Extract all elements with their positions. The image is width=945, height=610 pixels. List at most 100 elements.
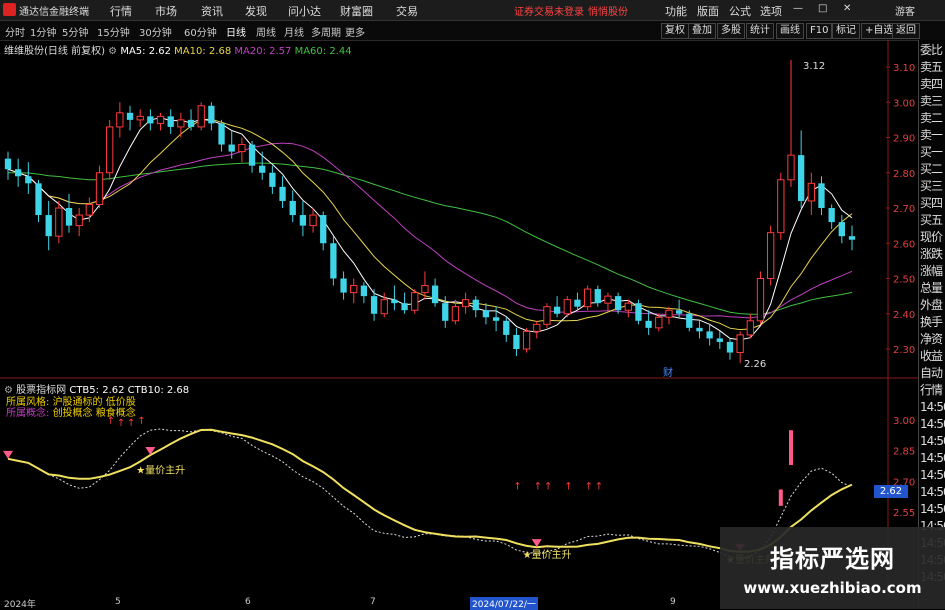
quote-panel-item[interactable]: 买五: [920, 213, 945, 228]
menu-xuanxiang[interactable]: 选项: [760, 3, 782, 19]
candle-up: [807, 182, 815, 202]
quote-panel-item[interactable]: 总量: [920, 281, 945, 296]
menu-shichang[interactable]: 市场: [155, 3, 177, 19]
quote-panel-item[interactable]: 14:50: [920, 502, 945, 517]
quote-panel-item[interactable]: 收益: [920, 349, 945, 364]
quote-panel-item[interactable]: 委比: [920, 43, 945, 58]
quote-panel-item[interactable]: 自动: [920, 366, 945, 381]
period-30min[interactable]: 30分钟: [139, 24, 172, 39]
quote-panel-item[interactable]: 卖二: [920, 111, 945, 126]
stock-link[interactable]: 悄悄股份: [588, 3, 628, 18]
period-multi[interactable]: 多周期: [311, 24, 341, 39]
quote-panel-item[interactable]: 外盘: [920, 298, 945, 313]
up-arrow-icon: ↑: [544, 482, 552, 493]
quote-panel-item[interactable]: 买三: [920, 179, 945, 194]
menu-banmian[interactable]: 版面: [697, 3, 719, 19]
quote-panel-item[interactable]: 行情: [920, 383, 945, 398]
period-fenshi[interactable]: 分时: [5, 24, 25, 39]
login-notice[interactable]: 证券交易未登录: [514, 3, 584, 18]
price-tick: 2.30: [893, 345, 915, 356]
candle-down: [503, 320, 510, 335]
quote-panel-item[interactable]: 卖五: [920, 60, 945, 75]
up-arrow-icon: ↑: [513, 482, 521, 493]
period-5min[interactable]: 5分钟: [62, 24, 88, 39]
quote-panel-item[interactable]: 14:50: [920, 451, 945, 466]
candle-up: [522, 330, 531, 350]
duogu-button[interactable]: 多股: [717, 23, 745, 39]
quote-panel-item[interactable]: 14:50: [920, 485, 945, 500]
fuquan-button[interactable]: 复权: [661, 23, 689, 39]
menu-caifuquan[interactable]: 财富圈: [340, 3, 373, 19]
menu-zixun[interactable]: 资讯: [201, 3, 223, 19]
candle-down: [614, 296, 622, 311]
candle-down: [431, 285, 439, 304]
quote-panel-item[interactable]: 现价: [920, 230, 945, 245]
candle-down: [147, 116, 154, 124]
settings-icon[interactable]: ⚙: [108, 46, 117, 57]
quote-panel-item[interactable]: 涨幅: [920, 264, 945, 279]
time-label-sep: 9: [670, 597, 676, 607]
price-tick: 3.00: [893, 98, 915, 109]
menu-wenxiaoda[interactable]: 问小达: [288, 3, 321, 19]
quote-panel-item[interactable]: 卖一: [920, 128, 945, 143]
close-icon[interactable]: ✕: [843, 3, 851, 14]
quote-panel-item[interactable]: 买一: [920, 145, 945, 160]
menu-gongneng[interactable]: 功能: [665, 3, 687, 19]
earnings-marker: 财: [663, 366, 673, 379]
kline-chart[interactable]: ★量价主升★量价主升★量价主升↑↑↑↑↑↑↑↑↑↑ 3.103.002.902.…: [0, 40, 918, 597]
menu-jiaoyi[interactable]: 交易: [396, 3, 418, 19]
quote-panel-item[interactable]: 14:50: [920, 417, 945, 432]
menu-gongshi[interactable]: 公式: [729, 3, 751, 19]
candle-down: [248, 144, 256, 166]
quote-panel-item[interactable]: 14:50: [920, 400, 945, 415]
quote-panel-item[interactable]: 净资: [920, 332, 945, 347]
huaxian-button[interactable]: 画线: [776, 23, 804, 39]
guest-label[interactable]: 游客: [895, 3, 915, 18]
quote-panel-item[interactable]: 买四: [920, 196, 945, 211]
diejia-button[interactable]: 叠加: [688, 23, 716, 39]
quote-panel: 委比卖五卖四卖三卖二卖一买一买二买三买四买五现价涨跌涨幅总量外盘换手净资收益自动…: [918, 40, 945, 609]
quote-panel-item[interactable]: 换手: [920, 315, 945, 330]
tongji-button[interactable]: 统计: [746, 23, 774, 39]
minimize-icon[interactable]: —: [793, 3, 803, 14]
period-1min[interactable]: 1分钟: [30, 24, 56, 39]
candle-up: [177, 119, 185, 128]
concept-label: 所属概念:: [6, 408, 50, 419]
price-tick: 2.80: [893, 169, 915, 180]
period-daily[interactable]: 日线: [226, 24, 246, 39]
price-tick: 2.60: [893, 239, 915, 250]
quote-panel-item[interactable]: 涨跌: [920, 247, 945, 262]
biaoji-button[interactable]: 标记: [832, 23, 860, 39]
f10-button[interactable]: F10: [806, 23, 833, 39]
watermark-url: www.xuezhibiao.com: [743, 579, 922, 597]
menu-hangqing[interactable]: 行情: [110, 3, 132, 19]
quote-panel-item[interactable]: 卖三: [920, 94, 945, 109]
candle-down: [675, 310, 683, 314]
period-weekly[interactable]: 周线: [256, 24, 276, 39]
current-value-tag: 2.62: [874, 485, 908, 498]
menubar: 通达信金融终端 行情 市场 资讯 发现 问小达 财富圈 交易 证券交易未登录 悄…: [0, 0, 945, 21]
quote-panel-item[interactable]: 14:50: [920, 468, 945, 483]
settings-icon[interactable]: ⚙: [4, 385, 13, 396]
candle-down: [25, 176, 32, 184]
candle-up: [95, 172, 104, 205]
menu-faxian[interactable]: 发现: [245, 3, 267, 19]
indicator-info: ⚙ 股票指标网 CTB5: 2.62 CTB10: 2.68: [4, 381, 189, 396]
candle-down: [279, 186, 286, 201]
maximize-icon[interactable]: □: [818, 3, 827, 14]
quote-panel-item[interactable]: 买二: [920, 162, 945, 177]
period-15min[interactable]: 15分钟: [97, 24, 130, 39]
candle-down: [269, 172, 276, 187]
quote-panel-item[interactable]: 14:50: [920, 434, 945, 449]
candle-up: [106, 126, 114, 174]
ma20-line: [7, 142, 853, 319]
period-monthly[interactable]: 月线: [284, 24, 304, 39]
candle-down: [228, 144, 235, 152]
quote-panel-item[interactable]: 卖四: [920, 77, 945, 92]
period-60min[interactable]: 60分钟: [184, 24, 217, 39]
period-more[interactable]: 更多: [345, 24, 365, 39]
ma10-label: MA10: 2.68: [174, 46, 232, 57]
fanhui-button[interactable]: 返回: [892, 23, 920, 39]
candle-down: [635, 303, 642, 321]
sector-value: 沪股通标的 低价股: [52, 397, 136, 408]
